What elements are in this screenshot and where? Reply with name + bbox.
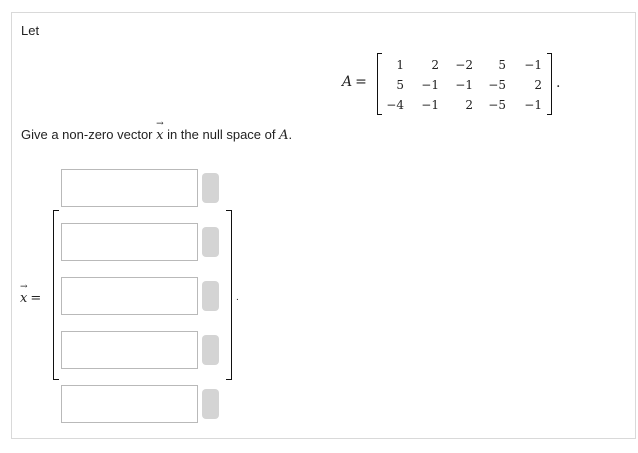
matrix-cell: 5 (498, 58, 506, 72)
matrix-right-bracket (547, 53, 552, 115)
question-matrix-name: A (279, 128, 289, 143)
answer-lhs: → x = (20, 282, 42, 306)
answer-equals-sign: = (30, 291, 42, 306)
matrix-cell: 2 (534, 78, 542, 92)
vector-x-symbol: → x (156, 119, 164, 143)
matrix-cell: −1 (524, 98, 542, 112)
question-suffix: . (288, 127, 293, 142)
matrix-cell: −5 (488, 78, 506, 92)
matrix-equals-sign: = (355, 74, 367, 90)
answer-left-bracket (53, 210, 59, 380)
question-middle: in the null space of (163, 127, 280, 142)
matrix-grid: 1 2 −2 5 −1 5 −1 −1 −5 2 −4 −1 2 −5 −1 (382, 55, 545, 115)
matrix-cell: −1 (421, 78, 439, 92)
vector-letter: x (156, 128, 164, 143)
vector-entry-5-input[interactable] (61, 385, 198, 423)
matrix-row: −4 −1 2 −5 −1 (382, 95, 545, 115)
question-prefix: Give a non-zero vector (21, 127, 157, 142)
vector-entry-3-input[interactable] (61, 277, 198, 315)
question-text: Give a non-zero vector → x in the null sp… (21, 119, 293, 143)
vector-entry-1-preview-button[interactable] (202, 173, 219, 203)
answer-period: . (236, 292, 239, 303)
vector-entry-3-preview-button[interactable] (202, 281, 219, 311)
matrix-cell: 2 (431, 58, 439, 72)
question-panel: Let A = 1 2 −2 5 −1 5 −1 −1 −5 2 −4 −1 2… (11, 12, 636, 439)
matrix-lhs: A = (342, 73, 367, 90)
vector-arrow-icon: → (156, 119, 164, 129)
matrix-row: 1 2 −2 5 −1 (382, 55, 545, 75)
vector-entry-1-input[interactable] (61, 169, 198, 207)
vector-entry-2-preview-button[interactable] (202, 227, 219, 257)
matrix-cell: −2 (455, 58, 473, 72)
matrix-name: A (342, 74, 353, 90)
matrix-cell: −1 (524, 58, 542, 72)
vector-entry-4-preview-button[interactable] (202, 335, 219, 365)
matrix-row: 5 −1 −1 −5 2 (382, 75, 545, 95)
matrix-period: . (556, 75, 561, 91)
vector-entry-4-input[interactable] (61, 331, 198, 369)
answer-vector-x-symbol: → x (20, 282, 28, 306)
let-label: Let (21, 23, 40, 38)
matrix-cell: −4 (386, 98, 404, 112)
matrix-cell: −1 (455, 78, 473, 92)
vector-entry-2-input[interactable] (61, 223, 198, 261)
answer-right-bracket (226, 210, 232, 380)
matrix-cell: 1 (396, 58, 404, 72)
matrix-definition: A= 1 2 −2 5 −1 5 −1 −1 −5 2 −4 −1 2 −5 (342, 53, 572, 115)
vector-entry-5-preview-button[interactable] (202, 389, 219, 419)
matrix-cell: 2 (465, 98, 473, 112)
vector-arrow-icon: → (20, 282, 28, 292)
matrix-cell: 5 (396, 78, 404, 92)
vector-letter: x (20, 291, 28, 306)
matrix-cell: −5 (488, 98, 506, 112)
matrix-cell: −1 (421, 98, 439, 112)
